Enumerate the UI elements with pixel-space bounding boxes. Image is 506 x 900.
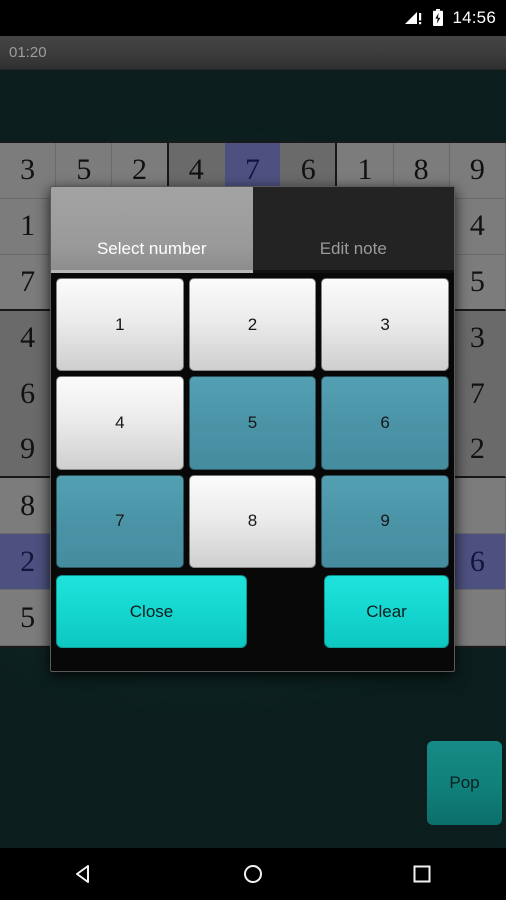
sudoku-cell[interactable]: 9: [449, 143, 506, 199]
pop-button-label: Pop: [449, 773, 480, 792]
sudoku-cell-value: 4: [188, 153, 204, 187]
sudoku-cell-value: 8: [20, 488, 36, 522]
number-button-6[interactable]: 6: [321, 376, 449, 470]
number-button-label: 6: [380, 412, 390, 432]
recents-button[interactable]: [337, 848, 506, 900]
action-bar: 01:20: [0, 36, 506, 70]
sudoku-cell-value: 6: [300, 153, 316, 187]
sudoku-cell[interactable]: 6: [449, 534, 506, 591]
number-button-label: 4: [115, 412, 125, 432]
number-button-5[interactable]: 5: [188, 376, 317, 470]
number-button-4[interactable]: 4: [56, 376, 184, 470]
sudoku-cell-value: 2: [132, 153, 148, 187]
signal-warning-icon: [404, 10, 424, 26]
sudoku-cell-value: 1: [20, 209, 36, 243]
dialog-tab-bar: Select number Edit note: [51, 187, 454, 273]
sudoku-cell-value: 5: [20, 600, 36, 634]
number-button-label: 2: [247, 314, 258, 334]
number-select-dialog: Select number Edit note 1 2 3 4 5 6 7 8 9 Close …: [50, 186, 455, 672]
tab-edit-note-label: Edit note: [319, 239, 387, 258]
status-bar-clock: 14:56: [452, 8, 496, 27]
phone-screen: 3 5 2 4 7 6 1 8 9 1 4 7 5 4 3 6 7 9 2 8 2 6 5 Pop Select numbe…: [0, 0, 506, 900]
sudoku-cell-value: 6: [20, 376, 36, 410]
sudoku-cell[interactable]: 3: [449, 310, 506, 367]
battery-charging-icon: [432, 9, 444, 27]
number-button-9[interactable]: 9: [321, 474, 449, 568]
sudoku-cell[interactable]: 5: [0, 590, 57, 646]
tab-select-number-label: Select number: [96, 239, 207, 258]
close-button[interactable]: Close: [56, 575, 247, 648]
sudoku-cell[interactable]: [449, 478, 506, 535]
sudoku-cell-value: 3: [469, 321, 485, 355]
sudoku-cell[interactable]: 1: [0, 198, 57, 255]
number-pad: 1 2 3 4 5 6 7 8 9: [51, 273, 454, 568]
number-button-7[interactable]: 7: [56, 474, 184, 568]
sudoku-cell-value: 9: [20, 432, 36, 466]
back-button[interactable]: [0, 848, 169, 900]
sudoku-cell[interactable]: 7: [0, 254, 57, 311]
sudoku-cell-value: 7: [20, 264, 36, 298]
number-button-label: 8: [247, 511, 258, 531]
sudoku-cell[interactable]: 3: [0, 143, 57, 199]
sudoku-cell-value: 5: [76, 153, 92, 187]
dialog-action-row: Close Clear: [51, 575, 454, 654]
sudoku-cell-value: 4: [20, 321, 36, 355]
back-icon: [76, 865, 90, 883]
home-icon: [244, 865, 262, 883]
sudoku-cell-value: 4: [469, 209, 485, 243]
sudoku-cell[interactable]: 2: [0, 534, 57, 591]
game-timer: 01:20: [9, 44, 47, 61]
sudoku-cell[interactable]: 8: [0, 478, 57, 535]
home-button[interactable]: [169, 848, 338, 900]
sudoku-cell-value: 6: [469, 544, 485, 578]
sudoku-cell-value: 5: [469, 264, 485, 298]
number-button-label: 3: [380, 314, 390, 334]
tab-edit-note[interactable]: Edit note: [252, 187, 454, 273]
status-bar: 14:56: [0, 0, 506, 36]
clear-button[interactable]: Clear: [324, 575, 449, 648]
sudoku-cell[interactable]: 9: [0, 422, 57, 479]
sudoku-cell[interactable]: 6: [0, 366, 57, 423]
sudoku-cell[interactable]: 4: [0, 310, 57, 367]
sudoku-cell[interactable]: 4: [449, 198, 506, 255]
sudoku-cell-value: 3: [20, 153, 36, 187]
sudoku-cell-value: 1: [357, 153, 373, 187]
clear-button-label: Clear: [366, 601, 407, 621]
recents-icon: [413, 865, 431, 883]
sudoku-cell-value: 7: [244, 153, 260, 187]
pop-button[interactable]: Pop: [427, 741, 502, 825]
number-button-3[interactable]: 3: [321, 278, 449, 372]
sudoku-cell[interactable]: 5: [449, 254, 506, 311]
number-button-label: 9: [380, 511, 390, 531]
tab-select-number[interactable]: Select number: [51, 187, 253, 273]
number-button-8[interactable]: 8: [188, 474, 317, 568]
number-button-2[interactable]: 2: [188, 278, 317, 372]
close-button-label: Close: [129, 601, 174, 621]
sudoku-cell-value: 2: [20, 544, 36, 578]
sudoku-cell-value: 2: [469, 432, 485, 466]
sudoku-cell-value: 8: [413, 153, 429, 187]
sudoku-cell-value: 9: [469, 153, 485, 187]
android-nav-bar: [0, 848, 506, 900]
number-button-label: 1: [115, 314, 125, 334]
sudoku-cell-value: 7: [469, 376, 485, 410]
sudoku-cell[interactable]: 7: [449, 366, 506, 423]
number-button-label: 5: [247, 412, 258, 432]
number-button-label: 7: [115, 511, 125, 531]
sudoku-cell[interactable]: 2: [449, 422, 506, 479]
number-button-1[interactable]: 1: [56, 278, 184, 372]
sudoku-cell[interactable]: [449, 590, 506, 646]
